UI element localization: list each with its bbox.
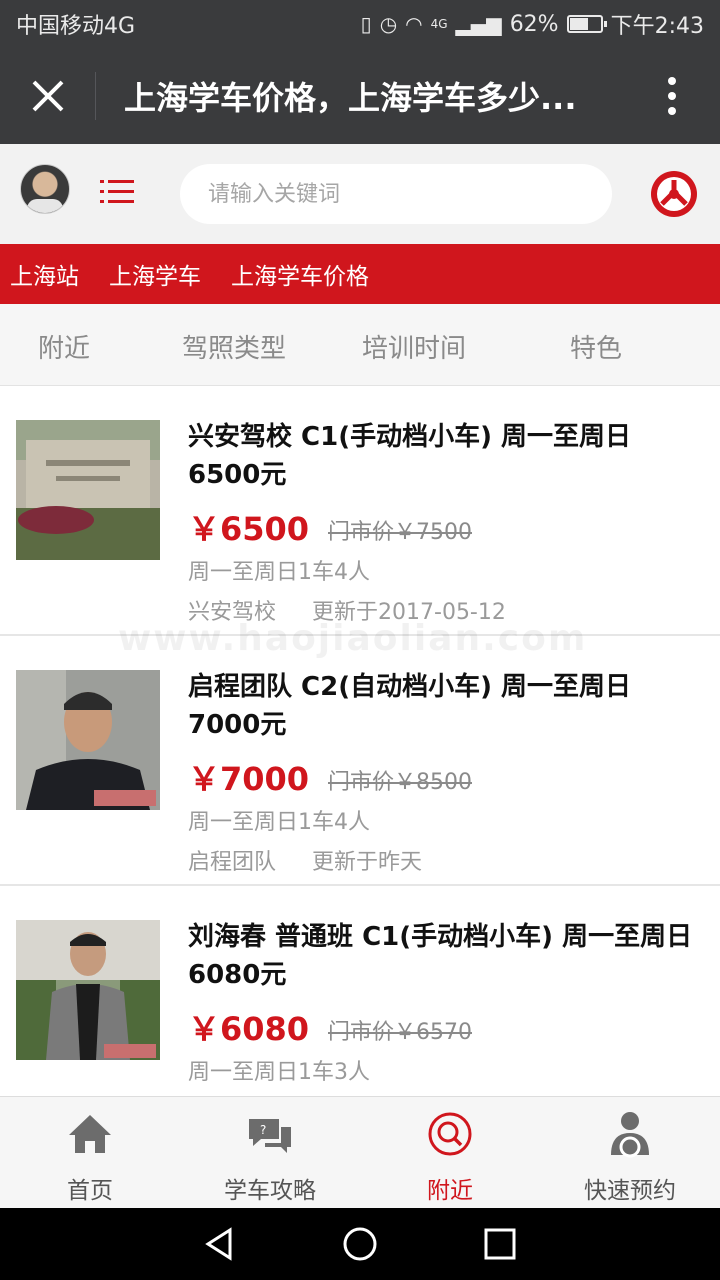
breadcrumb-item-station[interactable]: 上海站 [10, 257, 79, 291]
vibrate-icon: ▯ [360, 12, 372, 36]
status-icons: ▯ ◷ ◠ 4G ▂▄▆ 62% 下午2:43 [361, 8, 704, 40]
carrier-label: 中国移动4G [16, 14, 136, 39]
listing-original-price: 门市价￥8500 [328, 770, 472, 795]
filter-tab-nearby[interactable]: 附近 [38, 328, 90, 365]
nav-item-guide[interactable]: ? 学车攻略 [180, 1097, 360, 1208]
list-item[interactable]: 兴安驾校 C1(手动档小车) 周一至周日6500元 ￥6500 门市价￥7500… [0, 386, 720, 636]
menu-list-icon[interactable] [100, 178, 134, 206]
breadcrumb: 上海站 上海学车 上海学车价格 [0, 244, 720, 304]
listing-title: 刘海春 普通班 C1(手动档小车) 周一至周日6080元 [188, 922, 693, 990]
page-title: 上海学车价格，上海学车多少... [124, 79, 577, 117]
svg-text:?: ? [260, 1123, 266, 1137]
more-vertical-icon [668, 77, 676, 115]
listing-title: 兴安驾校 C1(手动档小车) 周一至周日6500元 [188, 422, 632, 490]
listing-title: 启程团队 C2(自动档小车) 周一至周日7000元 [188, 672, 632, 740]
nav-label: 首页 [67, 1178, 113, 1204]
close-icon [32, 80, 63, 112]
avatar[interactable] [20, 164, 70, 214]
alarm-icon: ◷ [379, 12, 398, 36]
driver-icon [611, 1112, 649, 1158]
home-icon [69, 1115, 111, 1153]
listing-price: ￥7000 [188, 760, 310, 798]
signal-icon: ▂▄▆ [455, 12, 502, 36]
search-input[interactable] [180, 164, 612, 224]
breadcrumb-item-price[interactable]: 上海学车价格 [231, 257, 369, 291]
listing-original-price: 门市价￥6570 [328, 1020, 472, 1045]
listing-updated: 更新于昨天 [312, 850, 423, 875]
status-bar: 中国移动4G ▯ ◷ ◠ 4G ▂▄▆ 62% 下午2:43 [0, 0, 720, 48]
bottom-nav: 首页 ? 学车攻略 附近 快速预约 [0, 1096, 720, 1208]
listing-schedule: 周一至周日1车3人 [188, 1060, 370, 1085]
brand-logo-icon[interactable] [650, 170, 698, 218]
filter-tab-license-type[interactable]: 驾照类型 [182, 328, 286, 365]
home-circle-icon[interactable] [342, 1226, 378, 1262]
chat-icon: ? [249, 1119, 291, 1153]
more-button[interactable] [624, 48, 720, 144]
list-item[interactable]: 刘海春 普通班 C1(手动档小车) 周一至周日6080元 ￥6080 门市价￥6… [0, 886, 720, 1096]
nav-label: 附近 [427, 1178, 473, 1204]
breadcrumb-item-driving[interactable]: 上海学车 [109, 257, 201, 291]
listing-thumbnail [16, 420, 160, 560]
title-bar: 上海学车价格，上海学车多少... [0, 48, 720, 144]
wifi-icon: ◠ [405, 12, 423, 36]
listing-school: 启程团队 [188, 850, 277, 875]
listing-price: ￥6080 [188, 1010, 310, 1048]
network-label: 4G [430, 17, 448, 31]
battery-percent: 62% [509, 11, 559, 37]
site-header [0, 144, 720, 244]
nav-item-home[interactable]: 首页 [0, 1097, 180, 1208]
nav-item-booking[interactable]: 快速预约 [540, 1097, 720, 1208]
listing-thumbnail [16, 920, 160, 1060]
listing-list: 兴安驾校 C1(手动档小车) 周一至周日6500元 ￥6500 门市价￥7500… [0, 386, 720, 1096]
list-item[interactable]: 启程团队 C2(自动档小车) 周一至周日7000元 ￥7000 门市价￥8500… [0, 636, 720, 886]
close-button[interactable] [0, 72, 96, 120]
watermark: www.haojiaolian.com [118, 618, 588, 659]
nav-label: 快速预约 [584, 1178, 676, 1204]
nav-item-nearby[interactable]: 附近 [360, 1097, 540, 1208]
listing-meta: 启程团队 更新于昨天 [188, 844, 422, 876]
listing-thumbnail [16, 670, 160, 810]
clock: 下午2:43 [610, 14, 704, 39]
battery-icon [566, 15, 607, 33]
filter-bar: 附近 驾照类型 培训时间 特色 [0, 304, 720, 386]
back-icon[interactable] [202, 1226, 238, 1262]
search-icon [428, 1112, 472, 1156]
listing-schedule: 周一至周日1车4人 [188, 810, 370, 835]
filter-tab-features[interactable]: 特色 [570, 328, 622, 365]
listing-price: ￥6500 [188, 510, 310, 548]
filter-tab-training-time[interactable]: 培训时间 [362, 328, 466, 365]
system-nav-bar [0, 1208, 720, 1280]
listing-original-price: 门市价￥7500 [328, 520, 472, 545]
recents-icon[interactable] [482, 1226, 518, 1262]
nav-label: 学车攻略 [224, 1178, 316, 1204]
listing-schedule: 周一至周日1车4人 [188, 560, 370, 585]
